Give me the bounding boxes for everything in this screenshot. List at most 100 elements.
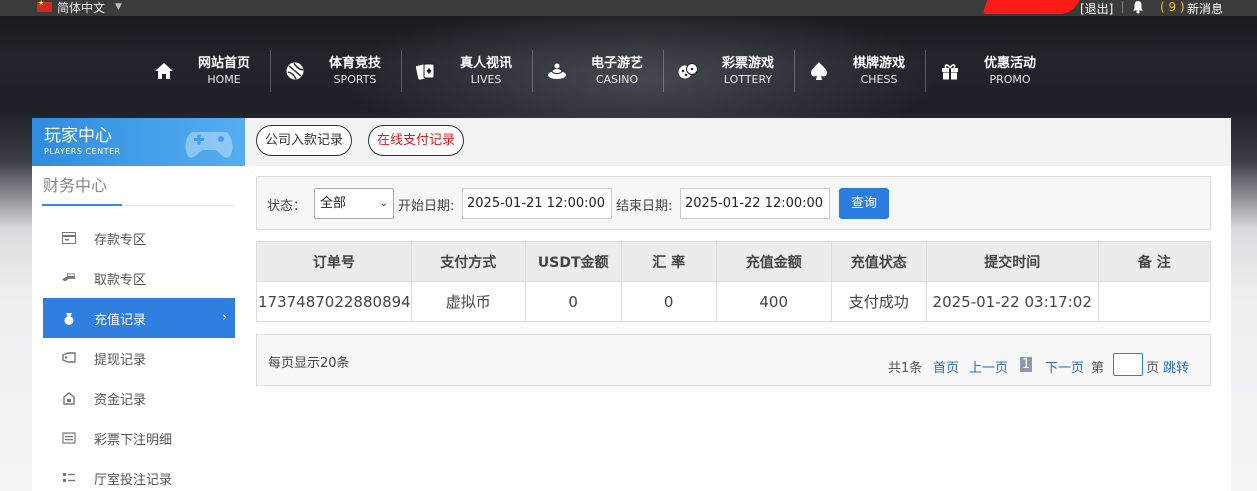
- nav-casino[interactable]: 电子游艺 CASINO: [532, 50, 663, 92]
- sidebar-item-label: 厅室投注记录: [94, 472, 173, 488]
- cell-recharge-amount: 400: [715, 281, 832, 322]
- fund-icon: [61, 391, 76, 405]
- col-order-no: 订单号: [256, 241, 412, 282]
- sidebar-item-hall-bets[interactable]: 厅室投注记录: [43, 458, 235, 491]
- nav-lottery[interactable]: 彩票游戏 LOTTERY: [663, 50, 794, 92]
- lottery-bet-icon: [61, 432, 76, 444]
- main-nav: 网站首页 HOME 体育竞技 SPORTS 真人视讯 LIVES 电子游艺 CASINO…: [140, 50, 1056, 92]
- pagination-bar: 每页显示20条 共1条 首页 上一页 1 下一页 第 页 跳转: [256, 334, 1211, 386]
- prev-page-link[interactable]: 上一页: [969, 357, 1008, 376]
- ball-icon: [284, 60, 306, 82]
- sidebar-menu: 存款专区 取款专区 充值记录 › 提现记录 资金记录 彩票下注明细 厅室投注记录: [43, 218, 235, 491]
- sidebar-item-label: 资金记录: [94, 392, 147, 408]
- cell-submit-time: 2025-01-22 03:17:02: [925, 281, 1099, 322]
- nav-label: 真人视讯: [459, 55, 512, 71]
- sidebar-item-label: 存款专区: [94, 232, 147, 248]
- cell-payment-method: 虚拟币: [410, 281, 526, 322]
- chevron-down-icon: ⌄: [379, 198, 388, 209]
- nav-home[interactable]: 网站首页 HOME: [140, 50, 270, 92]
- current-page: 1: [1020, 357, 1033, 372]
- section-title: 财务中心: [43, 176, 108, 195]
- sidebar-item-withdraw[interactable]: 取款专区: [43, 258, 235, 298]
- cell-usdt-amount: 0: [524, 281, 622, 322]
- col-remark: 备 注: [1097, 241, 1212, 282]
- sidebar-item-label: 彩票下注明细: [94, 432, 173, 448]
- filter-bar: 状态： 全部 ⌄ 开始日期: 2025-01-21 12:00:00 结束日期:…: [256, 176, 1211, 230]
- nav-lives[interactable]: 真人视讯 LIVES: [401, 50, 532, 92]
- nav-chess[interactable]: 棋牌游戏 CHESS: [794, 50, 925, 92]
- per-page-label: 每页显示20条: [268, 356, 350, 371]
- query-button[interactable]: 查询: [839, 188, 889, 219]
- nav-label: 网站首页: [197, 55, 250, 71]
- spade-icon: [808, 60, 830, 82]
- next-page-link[interactable]: 下一页: [1045, 357, 1084, 376]
- status-label: 状态：: [267, 199, 307, 214]
- page-suffix: 页: [1146, 361, 1160, 376]
- status-select[interactable]: 全部 ⌄: [314, 188, 394, 219]
- table-row: 1737487022880894 虚拟币 0 0 400 支付成功 2025-0…: [256, 281, 1212, 322]
- col-exchange-rate: 汇 率: [620, 241, 717, 282]
- tab-online-payment[interactable]: 在线支付记录: [368, 125, 465, 156]
- tab-company-deposit[interactable]: 公司入款记录: [256, 125, 353, 156]
- sidebar: 玩家中心 PLAYERS CENTER 财务中心 存款专区 取款专区 充值记录 …: [32, 118, 245, 491]
- withdraw-icon: [61, 272, 76, 284]
- col-submit-time: 提交时间: [925, 241, 1099, 282]
- language-selector[interactable]: 简体中文 ▼: [37, 0, 122, 15]
- withdraw-record-icon: [61, 352, 76, 364]
- chevron-right-icon: ›: [222, 310, 227, 324]
- nav-promo[interactable]: 优惠活动 PROMO: [925, 50, 1056, 92]
- nav-sublabel: LIVES: [470, 72, 502, 86]
- new-messages-link[interactable]: 新消息: [1187, 0, 1223, 17]
- col-recharge-status: 充值状态: [830, 241, 927, 282]
- language-label: 简体中文: [57, 0, 106, 15]
- cell-order-no: 1737487022880894: [256, 281, 412, 322]
- main-panel: 公司入款记录 在线支付记录 状态： 全部 ⌄ 开始日期: 2025-01-21 …: [245, 118, 1231, 491]
- end-date-input[interactable]: 2025-01-22 12:00:00: [680, 188, 830, 219]
- col-recharge-amount: 充值金额: [715, 241, 832, 282]
- home-icon: [153, 60, 175, 82]
- first-page-link[interactable]: 首页: [933, 357, 959, 376]
- hall-bet-icon: [61, 472, 76, 484]
- nav-sublabel: CHESS: [860, 72, 898, 86]
- top-bar: 简体中文 ▼ [退出] ( 9 ) 新消息: [0, 0, 1257, 16]
- sidebar-item-recharge-record[interactable]: 充值记录 ›: [43, 298, 235, 338]
- divider: [1122, 1, 1123, 13]
- table-header-row: 订单号 支付方式 USDT金额 汇 率 充值金额 充值状态 提交时间 备 注: [256, 241, 1212, 282]
- jump-button[interactable]: 跳转: [1163, 357, 1189, 376]
- col-payment-method: 支付方式: [410, 241, 526, 282]
- nav-sublabel: HOME: [207, 72, 241, 86]
- finance-center-section: 财务中心: [42, 176, 235, 206]
- recharge-table: 订单号 支付方式 USDT金额 汇 率 充值金额 充值状态 提交时间 备 注 1…: [256, 241, 1212, 322]
- col-usdt-amount: USDT金额: [524, 241, 622, 282]
- nav-sublabel: SPORTS: [333, 72, 377, 86]
- players-center-header: 玩家中心 PLAYERS CENTER: [32, 118, 245, 166]
- start-date-input[interactable]: 2025-01-21 12:00:00: [462, 188, 612, 219]
- dice-icon: [677, 60, 699, 82]
- page-number-input[interactable]: [1113, 353, 1143, 376]
- logout-link[interactable]: [退出]: [1080, 0, 1113, 17]
- redacted-username: [982, 0, 1080, 14]
- slot-icon: [546, 60, 568, 82]
- gift-icon: [939, 60, 961, 82]
- page-prefix: 第: [1091, 361, 1105, 376]
- nav-sublabel: LOTTERY: [723, 72, 773, 86]
- bell-icon[interactable]: [1131, 0, 1145, 14]
- start-date-label: 开始日期:: [398, 199, 455, 214]
- deposit-icon: [61, 232, 76, 244]
- sidebar-item-lottery-bets[interactable]: 彩票下注明细: [43, 418, 235, 458]
- cell-remark: [1097, 281, 1212, 322]
- message-count[interactable]: ( 9 ): [1160, 0, 1185, 14]
- cell-exchange-rate: 0: [620, 281, 717, 322]
- end-date-label: 结束日期:: [616, 199, 673, 214]
- nav-sports[interactable]: 体育竞技 SPORTS: [270, 50, 401, 92]
- nav-sublabel: PROMO: [989, 72, 1031, 86]
- nav-label: 电子游艺: [590, 55, 643, 71]
- sidebar-item-fund-record[interactable]: 资金记录: [43, 378, 235, 418]
- sidebar-item-label: 提现记录: [94, 352, 147, 368]
- cards-icon: [415, 60, 437, 82]
- sidebar-item-label: 充值记录: [94, 312, 147, 328]
- sidebar-item-withdraw-record[interactable]: 提现记录: [43, 338, 235, 378]
- recharge-icon: [61, 312, 76, 325]
- nav-label: 体育竞技: [328, 55, 381, 71]
- sidebar-item-deposit[interactable]: 存款专区: [43, 218, 235, 258]
